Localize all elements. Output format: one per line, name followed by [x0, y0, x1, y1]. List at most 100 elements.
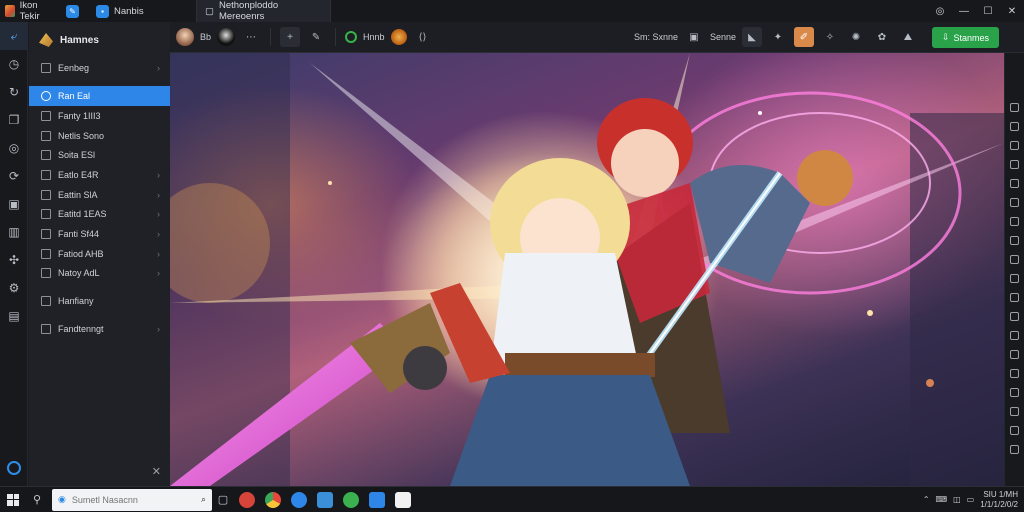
close-sidebar-icon[interactable]: ✕: [152, 465, 161, 478]
sidebar-item[interactable]: Fatiod AHB ›: [29, 244, 170, 264]
panel-toggle-icon[interactable]: [1010, 369, 1019, 378]
close-window-button[interactable]: ✕: [1000, 6, 1024, 17]
rail-camera-icon[interactable]: ◎: [0, 134, 28, 162]
panel-toggle-icon[interactable]: [1010, 103, 1019, 112]
sidebar-item[interactable]: Netlis Sono: [29, 126, 170, 146]
panel-toggle-icon[interactable]: [1010, 350, 1019, 359]
sidebar-item[interactable]: Soita ESl: [29, 145, 170, 165]
blue-app-icon[interactable]: [369, 491, 385, 508]
account-icon[interactable]: ◎: [928, 6, 952, 17]
panel-toggle-icon[interactable]: [1010, 141, 1019, 150]
clock[interactable]: SIU 1/MH 1/1/1/2/0/2: [980, 490, 1018, 510]
search-icon: ⌕: [200, 494, 206, 504]
collapse-icon[interactable]: ⟨⟩: [413, 27, 433, 47]
app-tab-third[interactable]: ▪ Nanbis: [88, 0, 188, 22]
sidebar-item-label: Ran Eal: [58, 91, 91, 101]
toolbar-status-2: Senne: [709, 32, 736, 42]
panel-toggle-icon[interactable]: [1010, 445, 1019, 454]
panel-toggle-icon[interactable]: [1010, 293, 1019, 302]
minimize-button[interactable]: —: [952, 6, 976, 17]
item-icon: [41, 63, 51, 73]
app-tab-main[interactable]: Ikon Tekir: [0, 0, 60, 22]
checkbox-icon: [41, 209, 51, 220]
panel-toggle-icon[interactable]: [1010, 236, 1019, 245]
avatar-secondary[interactable]: [217, 28, 236, 46]
panel-toggle-icon[interactable]: [1010, 331, 1019, 340]
document-tab[interactable]: ▢ Nethonploddo Mereoenrs: [196, 0, 331, 22]
panel-toggle-icon[interactable]: [1010, 407, 1019, 416]
rail-refresh-icon[interactable]: ↻: [0, 78, 28, 106]
download-icon: ⇩: [941, 32, 950, 42]
effects-tool-icon[interactable]: ✺: [846, 27, 866, 47]
panel-toggle-icon[interactable]: [1010, 255, 1019, 264]
rail-globe-icon[interactable]: ⟳: [0, 162, 28, 190]
browser-icon[interactable]: [265, 491, 281, 508]
pen-tool-icon[interactable]: ✐: [794, 27, 814, 47]
taskbar-search[interactable]: ◉ ⌕: [52, 488, 212, 511]
chat-app-icon[interactable]: [317, 491, 333, 508]
panel-toggle-icon[interactable]: [1010, 122, 1019, 131]
chevron-right-icon: ›: [157, 268, 160, 279]
taskbar-search-input[interactable]: [71, 494, 195, 505]
sparkle-tool-icon[interactable]: ✧: [820, 27, 840, 47]
sidebar-item[interactable]: Eatitd 1EAS ›: [29, 204, 170, 224]
sidebar-item-general[interactable]: Eenbeg ›: [29, 58, 170, 78]
frame-icon[interactable]: ▣: [684, 27, 704, 47]
rail-chart-icon[interactable]: ▥: [0, 218, 28, 246]
rail-arrow-icon[interactable]: ⤶: [0, 22, 28, 50]
search-taskbar-icon[interactable]: ⚲: [26, 489, 48, 511]
panel-toggle-icon[interactable]: [1010, 426, 1019, 435]
artwork-canvas[interactable]: [170, 53, 1004, 486]
sidebar-item-selected[interactable]: Ran Eal: [29, 86, 170, 106]
sidebar-item-history[interactable]: Hanfiany: [29, 291, 170, 311]
arrow-tool-icon[interactable]: ◣: [742, 27, 762, 47]
panel-toggle-icon[interactable]: [1010, 179, 1019, 188]
task-view-icon[interactable]: ▢: [212, 489, 234, 511]
rail-image-icon[interactable]: ▣: [0, 190, 28, 218]
brush-icon[interactable]: ✎: [306, 27, 326, 47]
more-icon[interactable]: ⋯: [241, 27, 261, 47]
network-icon[interactable]: ⌨: [936, 495, 948, 504]
panel-toggle-icon[interactable]: [1010, 388, 1019, 397]
panel-toggle-icon[interactable]: [1010, 217, 1019, 226]
orange-avatar-icon[interactable]: [390, 29, 407, 45]
green-app-icon[interactable]: [343, 491, 359, 508]
avatar[interactable]: [176, 28, 194, 46]
sidebar-item[interactable]: Fanti Sf44 ›: [29, 224, 170, 244]
rail-box-icon[interactable]: ▤: [0, 302, 28, 330]
start-button[interactable]: [0, 493, 26, 506]
sidebar-item-management[interactable]: Fandtenngt ›: [29, 319, 170, 339]
panel-toggle-icon[interactable]: [1010, 198, 1019, 207]
rail-settings-icon[interactable]: ⚙: [0, 274, 28, 302]
image-tool-icon[interactable]: ⛰: [898, 27, 918, 47]
toolbar-status-1: Sm: Sxnne: [633, 32, 678, 42]
battery-icon[interactable]: ▭: [967, 495, 975, 504]
adjust-tool-icon[interactable]: ✿: [872, 27, 892, 47]
artwork-illustration: [170, 53, 1004, 486]
primary-action-label: Stanmes: [953, 32, 990, 43]
sidebar-item[interactable]: Eattin SlA ›: [29, 185, 170, 205]
panel-toggle-icon[interactable]: [1010, 312, 1019, 321]
panel-toggle-icon[interactable]: [1010, 160, 1019, 169]
sidebar-item-label: Fandtenngt: [58, 324, 104, 335]
rail-puzzle-icon[interactable]: ✣: [0, 246, 28, 274]
sync-status-icon[interactable]: [0, 454, 28, 482]
rail-layers-icon[interactable]: ❐: [0, 106, 28, 134]
paint-app-icon[interactable]: [395, 491, 411, 508]
chevron-up-icon[interactable]: ⌃: [923, 495, 930, 504]
primary-action-button[interactable]: ⇩ Stanmes: [932, 27, 999, 48]
rail-clock-icon[interactable]: ◷: [0, 50, 28, 78]
sidebar-panel: Hamnes Eenbeg › Ran Eal Fanty 1III3 Netl…: [29, 22, 170, 486]
app-tab-secondary[interactable]: ✎: [60, 0, 88, 22]
volume-icon[interactable]: ◫: [953, 495, 961, 504]
maximize-button[interactable]: ☐: [976, 6, 1000, 17]
panel-toggle-icon[interactable]: [1010, 274, 1019, 283]
sidebar-item[interactable]: Fanty 1III3: [29, 106, 170, 126]
app-pin-red-icon[interactable]: [239, 491, 255, 508]
sidebar-item[interactable]: Natoy AdL ›: [29, 264, 170, 284]
star-tool-icon[interactable]: ✦: [768, 27, 788, 47]
app-tab-main-label: Ikon Tekir: [19, 0, 40, 22]
edge-icon[interactable]: [291, 491, 307, 508]
add-icon[interactable]: +: [280, 27, 301, 47]
sidebar-item[interactable]: Eatlo E4R ›: [29, 165, 170, 185]
